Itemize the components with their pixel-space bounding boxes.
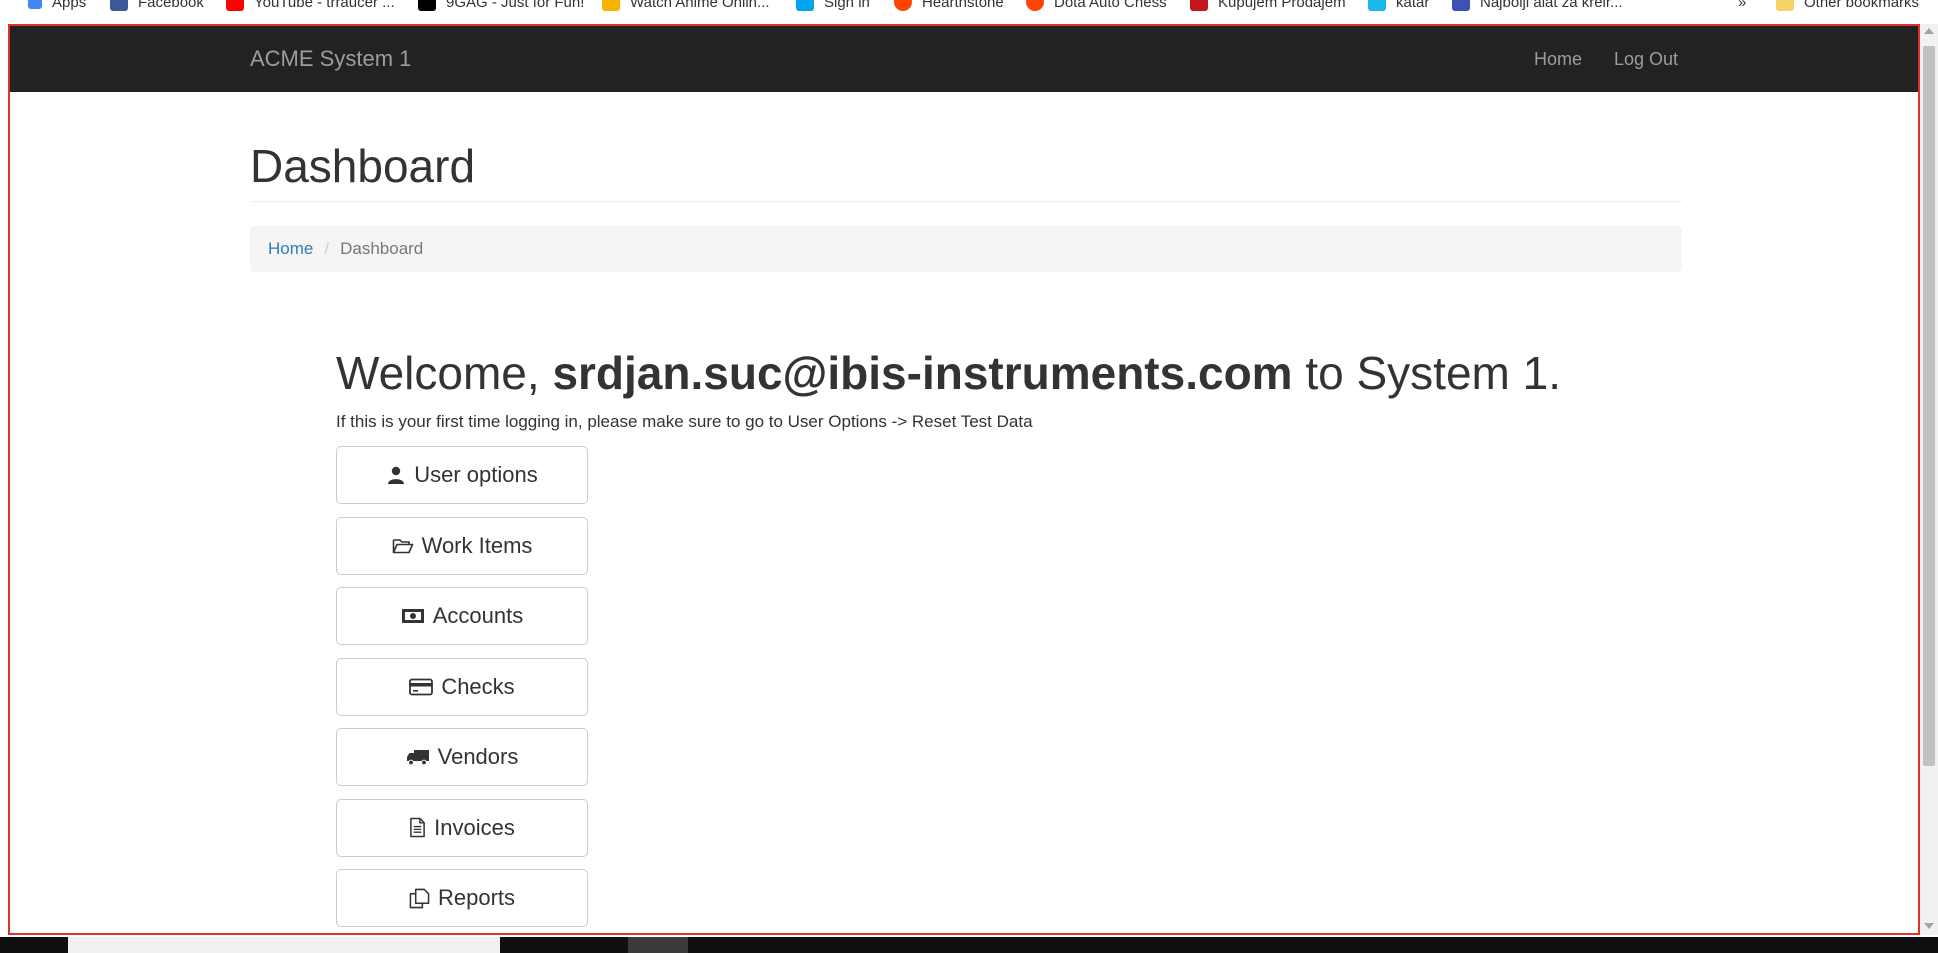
folder-icon: [1776, 0, 1794, 11]
first-login-hint: If this is your first time logging in, p…: [336, 412, 1033, 431]
user-icon: [388, 466, 405, 484]
accounts-button[interactable]: Accounts: [336, 587, 588, 645]
vimeo-icon: [1368, 0, 1386, 11]
divider: [250, 201, 1682, 202]
page-title: Dashboard: [250, 140, 476, 192]
os-taskbar: [0, 937, 1938, 953]
welcome-prefix: Welcome,: [336, 347, 553, 399]
button-label: Vendors: [437, 744, 519, 769]
reports-button[interactable]: Reports: [336, 869, 588, 927]
invoices-button[interactable]: Invoices: [336, 798, 588, 857]
microsoft-icon: [796, 0, 814, 11]
page-icon: [1452, 0, 1470, 11]
file-text-icon: [410, 817, 426, 838]
button-label: Accounts: [432, 603, 524, 628]
breadcrumb-current: Dashboard: [340, 239, 424, 258]
navbar: ACME System 1 Home Log Out: [10, 26, 1918, 92]
nav-logout-link[interactable]: Log Out: [1614, 49, 1678, 70]
9gag-icon: [418, 0, 436, 11]
reddit-icon: [894, 0, 912, 11]
button-label: Reports: [437, 885, 516, 910]
scrollbar-thumb[interactable]: [1923, 46, 1935, 766]
scroll-up-arrow-icon[interactable]: [1924, 28, 1934, 34]
kp-icon: [1190, 0, 1208, 11]
credit-card-icon: [409, 678, 434, 695]
bookmark-9gag[interactable]: 9GAG - Just for Fun!: [418, 0, 584, 12]
button-label: Work Items: [421, 532, 533, 558]
bookmark-dota[interactable]: Dota Auto Chess: [1026, 0, 1167, 12]
dashboard-menu: User options Work Items Accounts Checks …: [336, 446, 588, 933]
money-icon: [401, 609, 424, 623]
taskbar-search-box[interactable]: [68, 937, 500, 953]
vertical-scrollbar[interactable]: [1920, 24, 1938, 935]
welcome-heading: Welcome, srdjan.suc@ibis-instruments.com…: [336, 346, 1561, 400]
user-options-button[interactable]: User options: [336, 446, 588, 504]
page-viewport: ACME System 1 Home Log Out Dashboard Hom…: [8, 24, 1920, 935]
breadcrumb: Home / Dashboard: [250, 226, 1682, 272]
bookmark-apps[interactable]: Apps: [28, 0, 86, 12]
bookmark-facebook[interactable]: Facebook: [110, 0, 204, 12]
welcome-user: srdjan.suc@ibis-instruments.com: [552, 347, 1293, 399]
bookmark-sign-in[interactable]: Sign in: [796, 0, 870, 12]
bookmark-kupujem[interactable]: Kupujem Prodajem: [1190, 0, 1346, 12]
taskbar-active-app[interactable]: [628, 937, 688, 953]
button-label: User options: [414, 462, 538, 487]
anime-icon: [602, 0, 620, 11]
other-bookmarks[interactable]: Other bookmarks: [1776, 0, 1919, 12]
bookmark-hearthstone[interactable]: Hearthstone: [894, 0, 1004, 12]
facebook-icon: [110, 0, 128, 11]
button-label: Invoices: [434, 814, 515, 840]
welcome-suffix: to System 1.: [1292, 347, 1562, 399]
bookmark-youtube[interactable]: YouTube - trraucer ...: [226, 0, 395, 12]
reddit-icon: [1026, 0, 1044, 11]
nav-home-link[interactable]: Home: [1534, 49, 1582, 70]
folder-open-icon: [392, 538, 413, 553]
bookmarks-bar: Apps Facebook YouTube - trraucer ... 9GA…: [0, 0, 1938, 12]
bookmark-najbolji[interactable]: Najbolji alat za kreir...: [1452, 0, 1623, 12]
breadcrumb-separator: /: [324, 239, 330, 258]
scroll-down-arrow-icon[interactable]: [1924, 923, 1934, 929]
copy-icon: [409, 888, 430, 908]
bookmarks-more-button[interactable]: »: [1738, 0, 1746, 12]
bookmark-katar[interactable]: katar: [1368, 0, 1429, 12]
checks-button[interactable]: Checks: [336, 657, 588, 716]
vendors-button[interactable]: Vendors: [336, 728, 588, 786]
apps-grid-icon: [28, 0, 42, 9]
navbar-brand[interactable]: ACME System 1: [250, 46, 411, 72]
truck-icon: [406, 750, 429, 766]
button-label: Checks: [441, 673, 515, 699]
work-items-button[interactable]: Work Items: [336, 516, 588, 575]
breadcrumb-home-link[interactable]: Home: [268, 239, 313, 259]
bookmark-anime[interactable]: Watch Anime Onlin...: [602, 0, 770, 12]
youtube-icon: [226, 0, 244, 11]
